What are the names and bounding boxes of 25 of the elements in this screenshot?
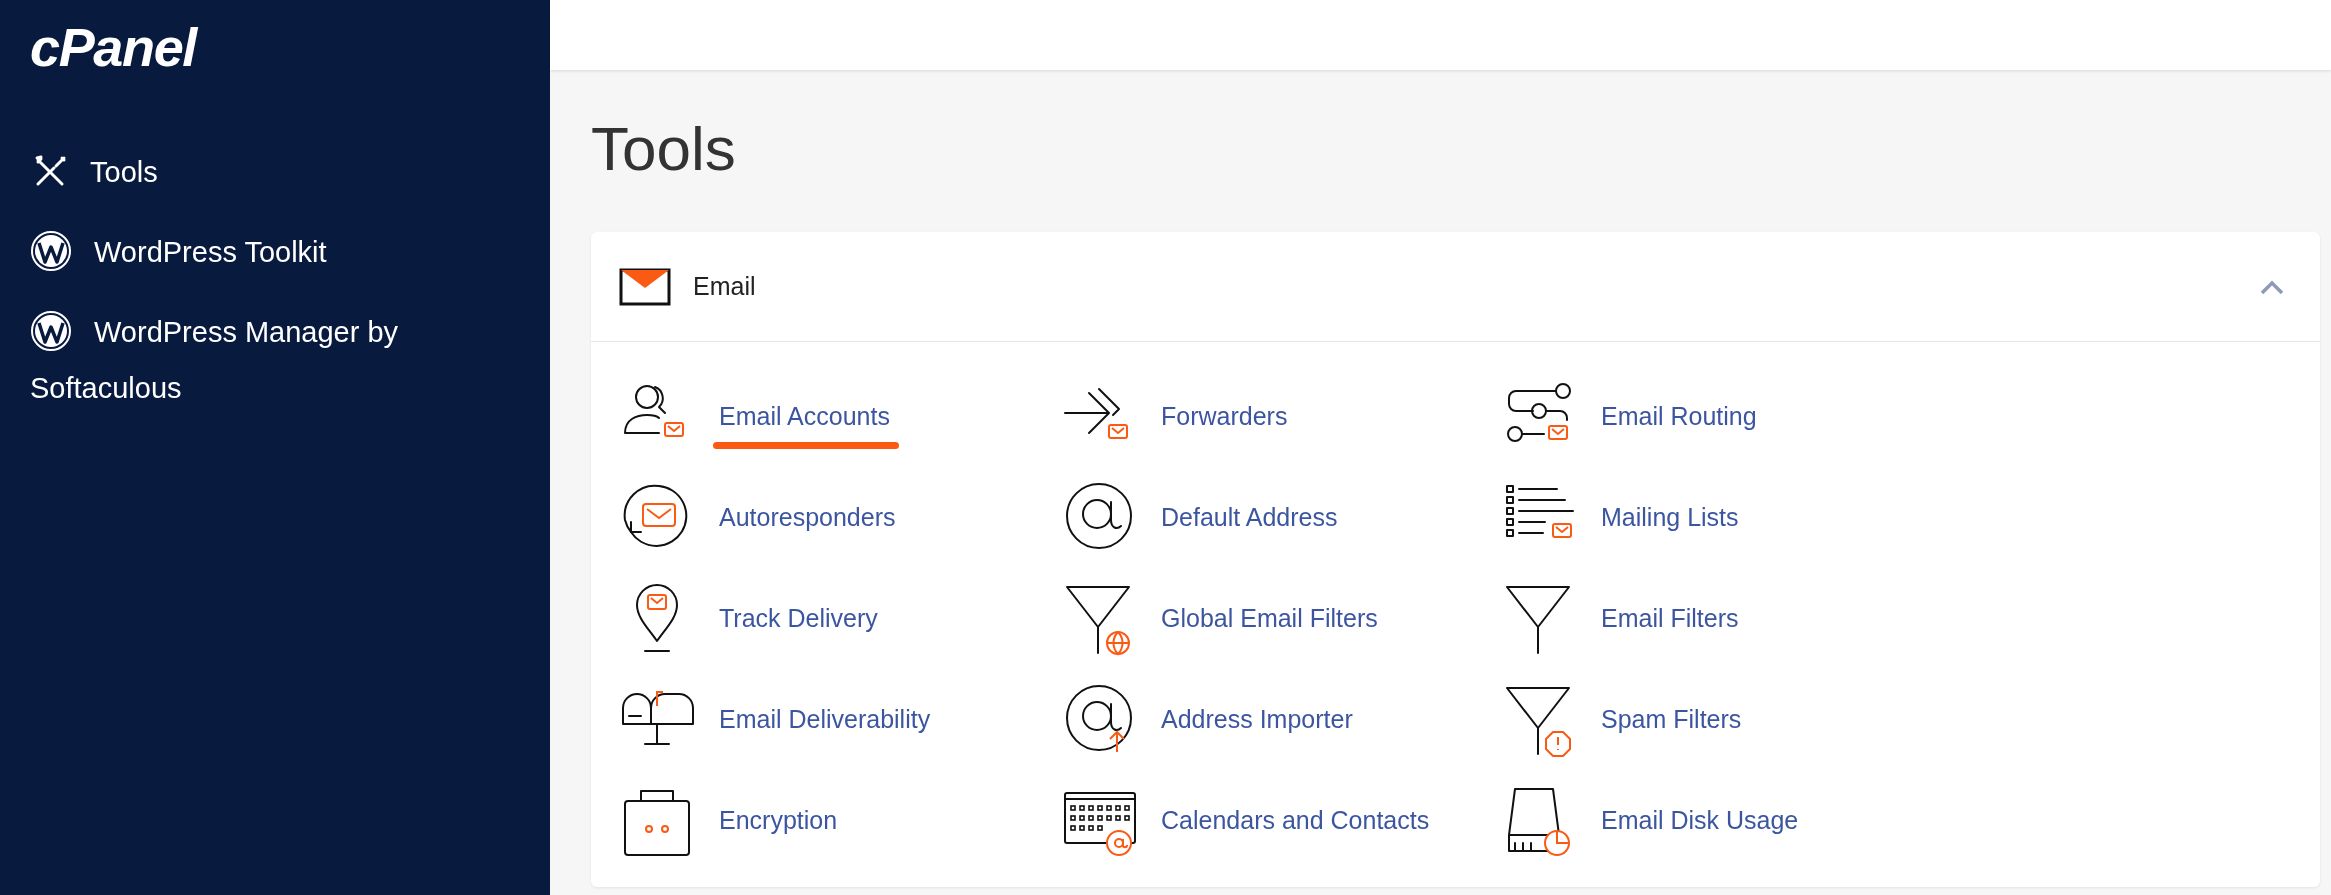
tool-link[interactable]: Forwarders: [1161, 401, 1288, 430]
tool-link[interactable]: Encryption: [719, 805, 838, 834]
tool-link[interactable]: Default Address: [1161, 502, 1338, 531]
sidebar-item[interactable]: WordPress Manager by Softaculous: [30, 304, 400, 416]
tool-link[interactable]: Email Routing: [1601, 401, 1757, 430]
envelope-icon: [619, 267, 671, 306]
collapse-chevron-icon[interactable]: [2260, 278, 2284, 295]
tool-link[interactable]: Calendars and Contacts: [1161, 805, 1430, 834]
sidebar-item[interactable]: WordPress Toolkit: [30, 224, 400, 280]
wordpress-icon: [30, 310, 72, 353]
page-title: Tools: [590, 118, 737, 180]
section-title: Email: [693, 270, 757, 302]
tool-link[interactable]: Email Filters: [1601, 603, 1739, 632]
tool-link[interactable]: Email Deliverability: [719, 704, 931, 733]
tool-link[interactable]: Address Importer: [1161, 704, 1353, 733]
tool-link[interactable]: Track Delivery: [719, 603, 878, 632]
sidebar-item[interactable]: Tools: [30, 144, 400, 200]
tool-link[interactable]: Mailing Lists: [1601, 502, 1739, 531]
tool-link[interactable]: Spam Filters: [1601, 704, 1742, 733]
tool-link[interactable]: Email Accounts: [719, 401, 890, 430]
tool-link[interactable]: Email Disk Usage: [1601, 805, 1799, 834]
wordpress-icon: [30, 230, 72, 273]
tool-link[interactable]: Autoresponders: [719, 502, 896, 531]
tool-link[interactable]: Global Email Filters: [1161, 603, 1378, 632]
cpanel-logo[interactable]: cPanel: [0, 0, 550, 74]
